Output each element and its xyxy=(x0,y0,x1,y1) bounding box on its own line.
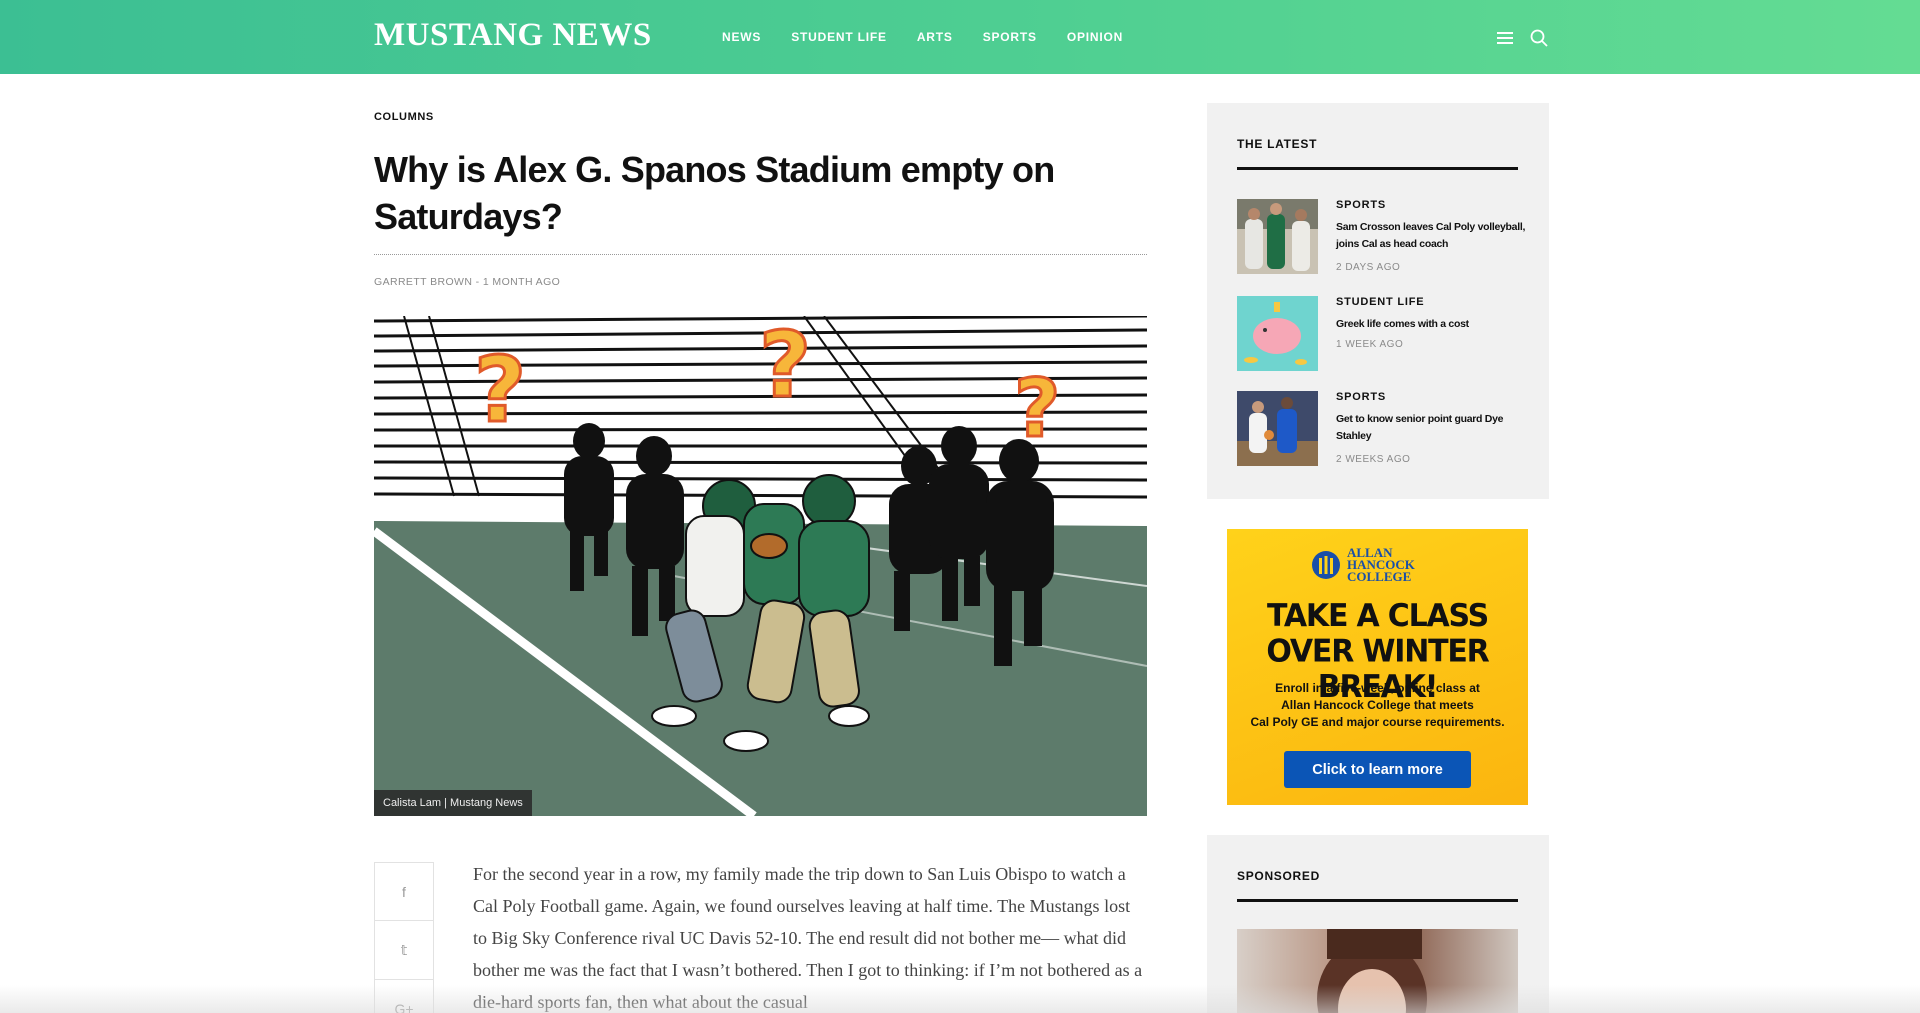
latest-item-thumbnail[interactable] xyxy=(1237,296,1318,371)
facebook-icon[interactable]: f xyxy=(374,862,434,921)
latest-item-category[interactable]: STUDENT LIFE xyxy=(1336,296,1424,308)
latest-item-thumbnail[interactable] xyxy=(1237,199,1318,274)
latest-item[interactable]: SPORTS Sam Crosson leaves Cal Poly volle… xyxy=(1237,199,1527,275)
ad-subtext-line-3: Cal Poly GE and major course requirement… xyxy=(1250,715,1505,729)
svg-text:?: ? xyxy=(474,338,526,443)
article-hero-image: ? ? ? Calista Lam | Mustang News xyxy=(374,316,1147,816)
sponsored-title-rule xyxy=(1237,899,1518,902)
ad-subtext-line-1: Enroll in a five-week, online class at xyxy=(1275,681,1480,695)
latest-panel: THE LATEST SPORTS Sam Crosson leaves Cal… xyxy=(1207,103,1549,499)
header-icons xyxy=(1495,28,1549,48)
article-category[interactable]: COLUMNS xyxy=(374,111,434,123)
latest-item[interactable]: SPORTS Get to know senior point guard Dy… xyxy=(1237,391,1527,467)
latest-item-title[interactable]: Get to know senior point guard Dye Stahl… xyxy=(1336,411,1526,445)
latest-item[interactable]: STUDENT LIFE Greek life comes with a cos… xyxy=(1237,296,1527,372)
article-byline: GARRETT BROWN - 1 MONTH AGO xyxy=(374,276,561,288)
ad-banner[interactable]: ALLAN HANCOCK COLLEGE TAKE A CLASS OVER … xyxy=(1227,529,1528,805)
latest-item-time: 1 WEEK AGO xyxy=(1336,339,1404,350)
latest-item-title[interactable]: Sam Crosson leaves Cal Poly volleyball, … xyxy=(1336,219,1526,253)
latest-title: THE LATEST xyxy=(1237,137,1318,151)
title-divider xyxy=(374,254,1147,255)
ad-subtext-line-2: Allan Hancock College that meets xyxy=(1281,698,1474,712)
ad-cta-button[interactable]: Click to learn more xyxy=(1284,751,1471,788)
nav-sports[interactable]: SPORTS xyxy=(983,30,1037,44)
latest-item-category[interactable]: SPORTS xyxy=(1336,391,1386,403)
menu-icon[interactable] xyxy=(1495,28,1515,48)
svg-text:?: ? xyxy=(759,316,811,418)
main-nav: NEWS STUDENT LIFE ARTS SPORTS OPINION xyxy=(722,30,1153,44)
nav-opinion[interactable]: OPINION xyxy=(1067,30,1123,44)
latest-item-time: 2 WEEKS AGO xyxy=(1336,454,1411,465)
image-caption: Calista Lam | Mustang News xyxy=(374,790,532,816)
scroll-fade xyxy=(0,985,1920,1013)
ad-logo-line: COLLEGE xyxy=(1347,569,1412,584)
ad-subtext: Enroll in a five-week, online class at A… xyxy=(1227,680,1528,731)
latest-item-category[interactable]: SPORTS xyxy=(1336,199,1386,211)
ad-logo-icon xyxy=(1312,551,1340,579)
ad-logo: ALLAN HANCOCK COLLEGE xyxy=(1311,546,1415,584)
latest-item-time: 2 DAYS AGO xyxy=(1336,262,1401,273)
site-logo[interactable]: MUSTANG NEWS xyxy=(374,17,652,54)
latest-item-title[interactable]: Greek life comes with a cost xyxy=(1336,316,1526,333)
latest-title-rule xyxy=(1237,167,1518,170)
nav-arts[interactable]: ARTS xyxy=(917,30,953,44)
ad-headline-line-1: TAKE A CLASS xyxy=(1266,597,1489,635)
article-title: Why is Alex G. Spanos Stadium empty on S… xyxy=(374,149,1055,237)
twitter-icon[interactable]: 𝕥 xyxy=(374,921,434,980)
search-icon[interactable] xyxy=(1529,28,1549,48)
nav-news[interactable]: NEWS xyxy=(722,30,761,44)
nav-student-life[interactable]: STUDENT LIFE xyxy=(791,30,887,44)
sponsored-title: SPONSORED xyxy=(1237,869,1320,883)
latest-item-thumbnail[interactable] xyxy=(1237,391,1318,466)
site-header: MUSTANG NEWS NEWS STUDENT LIFE ARTS SPOR… xyxy=(0,0,1920,74)
